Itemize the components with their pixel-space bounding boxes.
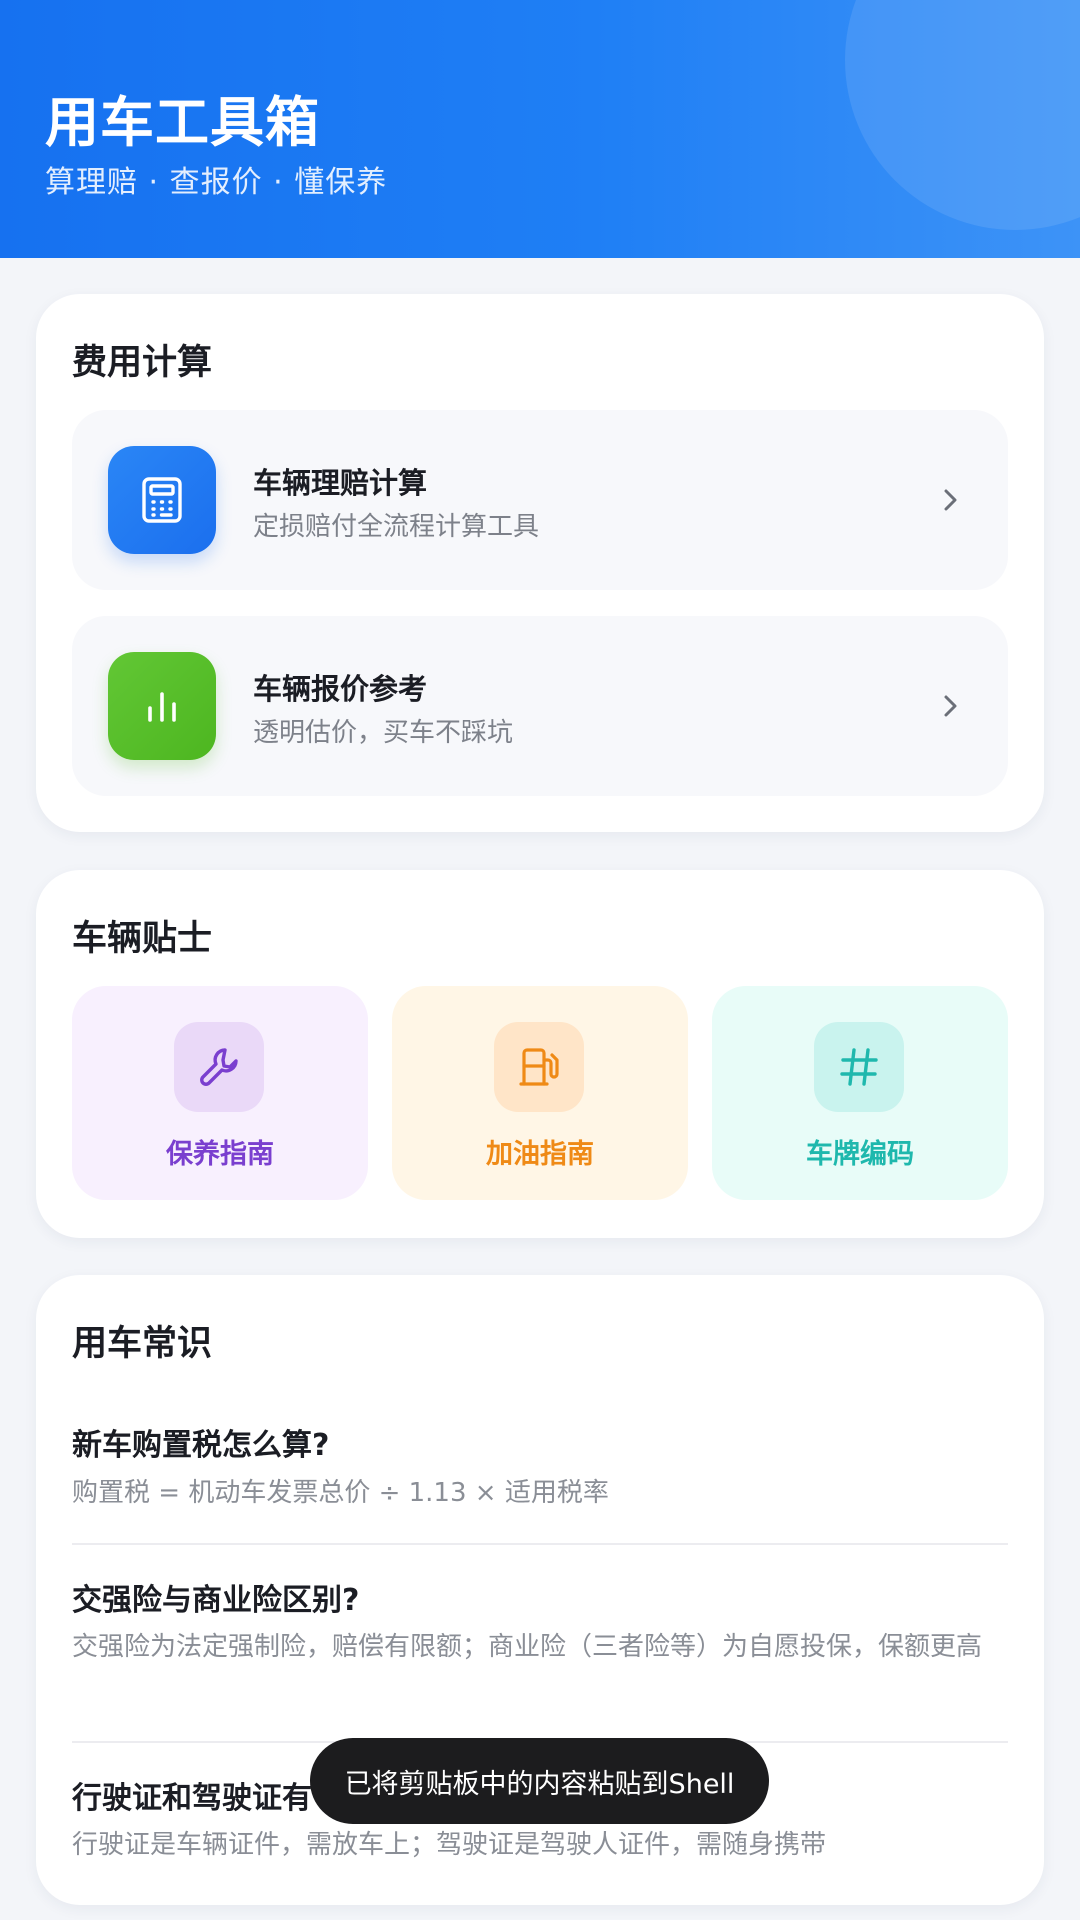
price-reference-desc: 透明估价，买车不踩坑 — [253, 718, 514, 748]
chevron-right-icon — [944, 695, 957, 717]
chevron-right-icon — [944, 489, 957, 511]
faq-answer: 购置税 = 机动车发票总价 ÷ 1.13 × 适用税率 — [72, 1478, 609, 1508]
cost-section-title: 费用计算 — [72, 343, 213, 383]
page-subtitle: 算理赔 · 查报价 · 懂保养 — [45, 165, 388, 200]
maintenance-guide-button[interactable]: 保养指南 — [72, 986, 368, 1200]
faq-answer: 交强险为法定强制险，赔偿有限额；商业险（三者险等）为自愿投保，保额更高 — [72, 1632, 983, 1662]
calculator-icon — [108, 446, 216, 554]
page-title: 用车工具箱 — [45, 91, 320, 154]
tips-section-title: 车辆贴士 — [72, 919, 213, 959]
faq-question[interactable]: 行驶证和驾驶证有 — [72, 1773, 312, 1817]
hash-icon — [814, 1022, 904, 1112]
plate-code-label: 车牌编码 — [806, 1139, 914, 1170]
faq-question[interactable]: 交强险与商业险区别? — [72, 1575, 359, 1619]
divider — [72, 1543, 1008, 1545]
maintenance-guide-label: 保养指南 — [166, 1139, 274, 1170]
claim-calculator-desc: 定损赔付全流程计算工具 — [253, 512, 540, 542]
faq-question[interactable]: 新车购置税怎么算? — [72, 1420, 329, 1464]
fuel-guide-button[interactable]: 加油指南 — [392, 986, 688, 1200]
tips-section-card: 车辆贴士 保养指南 加油指南 车牌编码 — [36, 870, 1044, 1238]
cost-section-card: 费用计算 车辆理赔计算 定损赔付全流程计算工具 车辆报价参考 透明估价，买车不踩… — [36, 294, 1044, 832]
faq-answer: 行驶证是车辆证件，需放车上；驾驶证是驾驶人证件，需随身携带 — [72, 1830, 827, 1860]
knowledge-section-title: 用车常识 — [72, 1324, 213, 1364]
plate-code-button[interactable]: 车牌编码 — [712, 986, 1008, 1200]
price-reference-title: 车辆报价参考 — [253, 672, 428, 706]
clipboard-toast: 已将剪贴板中的内容粘贴到Shell — [310, 1738, 769, 1824]
claim-calculator-title: 车辆理赔计算 — [253, 466, 428, 500]
fuel-guide-label: 加油指南 — [486, 1139, 594, 1170]
claim-calculator-item[interactable]: 车辆理赔计算 定损赔付全流程计算工具 — [72, 410, 1008, 590]
decorative-circle — [845, 0, 1080, 230]
header-banner: 用车工具箱 算理赔 · 查报价 · 懂保养 — [0, 0, 1080, 258]
bar-chart-icon — [108, 652, 216, 760]
wrench-icon — [174, 1022, 264, 1112]
price-reference-item[interactable]: 车辆报价参考 透明估价，买车不踩坑 — [72, 616, 1008, 796]
fuel-pump-icon — [494, 1022, 584, 1112]
